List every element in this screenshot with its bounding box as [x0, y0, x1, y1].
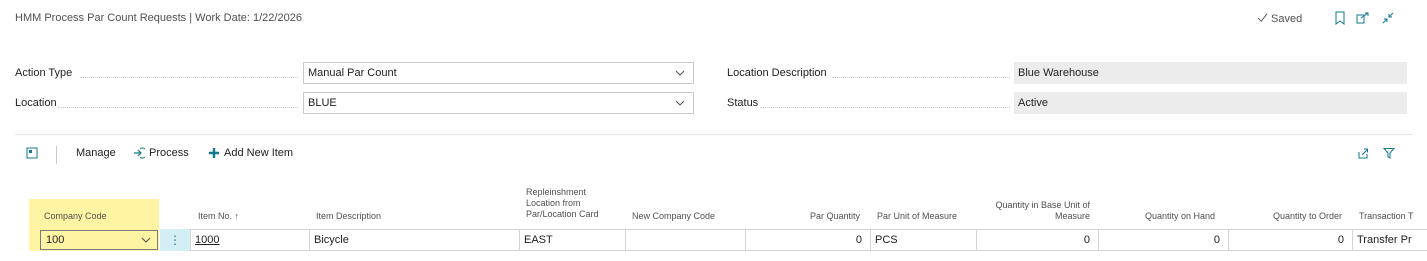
- filter-icon[interactable]: [1383, 147, 1395, 159]
- location-description-label: Location Description: [727, 67, 827, 79]
- transaction-cell[interactable]: Transfer Pr: [1353, 229, 1427, 251]
- column-header-new-company-code[interactable]: New Company Code: [632, 211, 715, 222]
- new-company-code-cell[interactable]: [626, 229, 746, 251]
- item-no-cell[interactable]: 1000: [190, 229, 310, 251]
- process-label: Process: [149, 147, 189, 159]
- column-header-item-no[interactable]: Item No. ↑: [198, 211, 239, 222]
- location-description-value: Blue Warehouse: [1014, 62, 1407, 84]
- field-leader: [58, 107, 298, 108]
- layout-icon[interactable]: [26, 147, 38, 159]
- collapse-icon[interactable]: [1380, 10, 1396, 26]
- location-label: Location: [15, 97, 57, 109]
- chevron-down-icon: [675, 70, 685, 76]
- column-header-line: Location from: [526, 198, 581, 208]
- chevron-down-icon: [141, 237, 151, 243]
- open-in-new-icon[interactable]: [1355, 10, 1371, 26]
- saved-label: Saved: [1271, 13, 1303, 25]
- share-icon[interactable]: [1357, 147, 1369, 159]
- add-new-item-label: Add New Item: [224, 147, 294, 159]
- process-icon: [134, 147, 145, 159]
- divider: [15, 134, 1412, 135]
- column-header-quantity-to-order[interactable]: Quantity to Order: [1230, 211, 1342, 222]
- page-title: HMM Process Par Count Requests | Work Da…: [15, 12, 302, 24]
- table-row: 100 ⋮ 1000 Bicycle EAST 0 PCS 0 0 0 Tran…: [0, 229, 1427, 251]
- replenishment-location-cell[interactable]: EAST: [520, 229, 626, 251]
- checkmark-icon: [1257, 12, 1268, 26]
- item-no-link[interactable]: 1000: [195, 234, 219, 246]
- chevron-down-icon: [675, 100, 685, 106]
- add-new-item-button[interactable]: Add New Item: [208, 147, 293, 159]
- manage-button[interactable]: Manage: [76, 147, 116, 159]
- column-header-transaction[interactable]: Transaction T: [1359, 211, 1427, 222]
- bookmark-icon[interactable]: [1332, 10, 1348, 26]
- company-code-select[interactable]: 100: [40, 230, 158, 250]
- location-select[interactable]: BLUE: [303, 92, 694, 114]
- field-leader: [760, 107, 1010, 108]
- row-actions-button[interactable]: ⋮: [160, 229, 190, 251]
- column-header-quantity-base-uom[interactable]: Quantity in Base Unit of Measure: [960, 200, 1090, 222]
- column-header-company-code[interactable]: Company Code: [44, 211, 107, 222]
- more-vertical-icon: ⋮: [169, 233, 181, 247]
- location-value: BLUE: [308, 97, 337, 109]
- process-button[interactable]: Process: [133, 147, 189, 159]
- column-header-line: Par/Location Card: [526, 209, 599, 219]
- quantity-to-order-cell[interactable]: 0: [1229, 229, 1353, 251]
- quantity-on-hand-cell[interactable]: 0: [1099, 229, 1229, 251]
- manage-label: Manage: [76, 147, 116, 159]
- column-header-quantity-on-hand[interactable]: Quantity on Hand: [1100, 211, 1215, 222]
- action-type-value: Manual Par Count: [308, 67, 397, 79]
- field-leader: [832, 77, 1010, 78]
- action-bar: Manage Process Add New Item: [0, 142, 1427, 166]
- action-type-label: Action Type: [15, 67, 73, 79]
- status-value: Active: [1014, 92, 1407, 114]
- column-header-line: Repleinshment: [526, 187, 587, 197]
- par-quantity-cell[interactable]: 0: [746, 229, 871, 251]
- company-code-value: 100: [46, 234, 65, 246]
- column-header-line: Quantity in Base Unit of: [995, 200, 1090, 210]
- item-description-cell[interactable]: Bicycle: [310, 229, 520, 251]
- column-header-item-description[interactable]: Item Description: [316, 211, 381, 222]
- action-type-select[interactable]: Manual Par Count: [303, 62, 694, 84]
- saved-status: Saved: [1257, 12, 1302, 26]
- plus-icon: [209, 148, 219, 158]
- column-header-par-quantity[interactable]: Par Quantity: [760, 211, 860, 222]
- status-label: Status: [727, 97, 759, 109]
- column-header-line: Measure: [1054, 211, 1090, 221]
- field-leader: [80, 77, 298, 78]
- par-unit-of-measure-cell[interactable]: PCS: [871, 229, 977, 251]
- column-header-replenishment-location[interactable]: Repleinshment Location from Par/Location…: [526, 187, 599, 220]
- column-header-par-unit-of-measure[interactable]: Par Unit of Measure: [877, 211, 957, 222]
- toolbar-divider: [56, 146, 57, 164]
- page-header: HMM Process Par Count Requests | Work Da…: [0, 0, 1427, 36]
- quantity-base-uom-cell[interactable]: 0: [977, 229, 1099, 251]
